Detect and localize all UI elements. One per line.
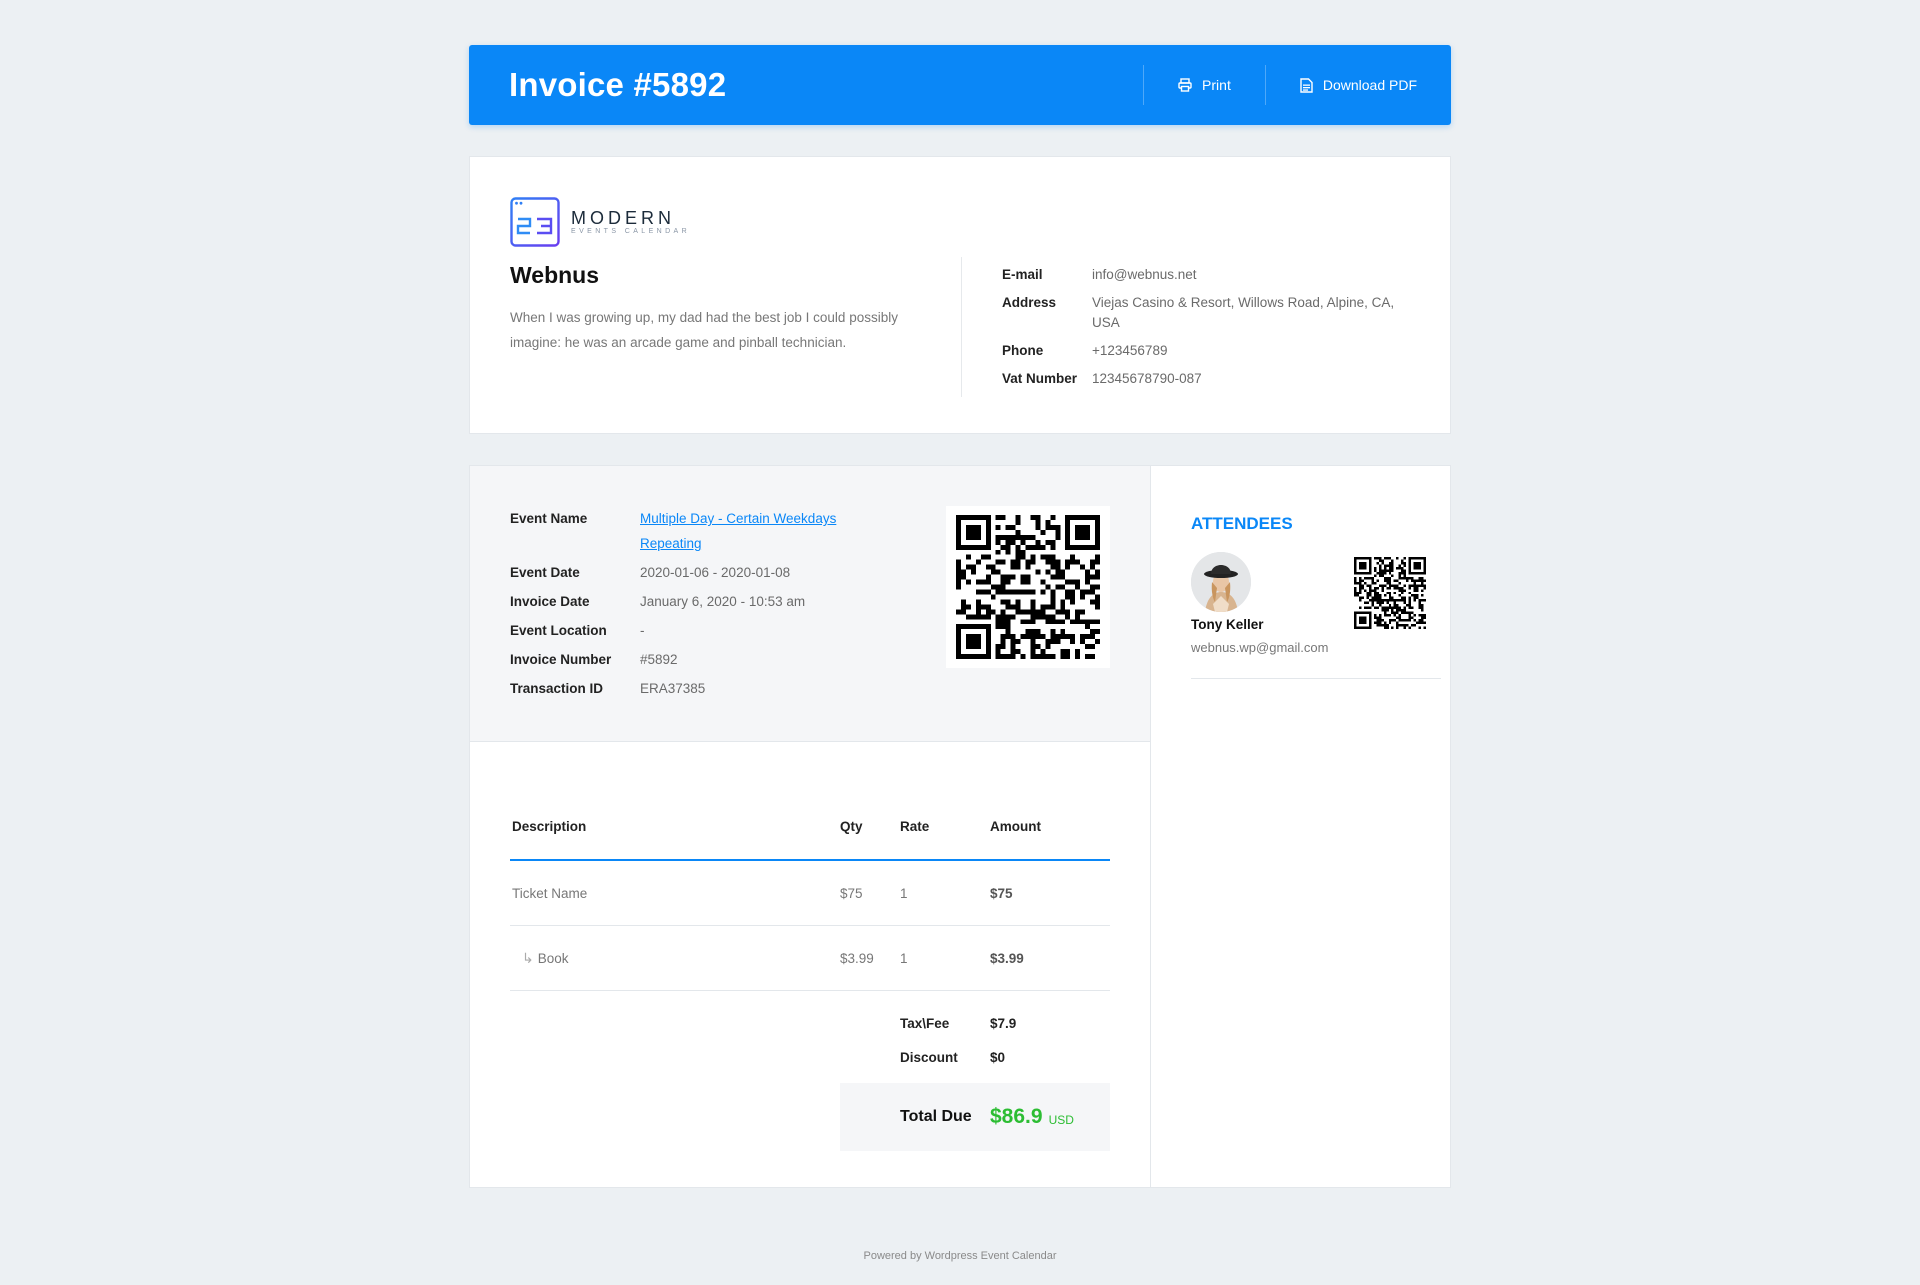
qr-code-image xyxy=(1354,557,1426,629)
event-row-transaction-id: Transaction ID ERA37385 xyxy=(510,676,870,701)
column-header: Qty xyxy=(840,818,863,834)
tax-row: Tax\Fee $7.9 xyxy=(900,1006,1110,1040)
event-value: #5892 xyxy=(640,652,678,667)
event-details-panel: Event Name Multiple Day - Certain Weekda… xyxy=(470,466,1150,742)
discount-value: $0 xyxy=(990,1049,1006,1065)
event-value: 2020-01-06 - 2020-01-08 xyxy=(640,565,791,580)
event-row-invoice-date: Invoice Date January 6, 2020 - 10:53 am xyxy=(510,589,870,614)
item-qty: $75 xyxy=(840,885,863,901)
attendee-avatar xyxy=(1191,552,1251,612)
event-label: Invoice Date xyxy=(510,594,590,609)
event-row-invoice-number: Invoice Number #5892 xyxy=(510,647,870,672)
total-due-currency: USD xyxy=(1048,1112,1074,1127)
item-description-cell: ↳ Book xyxy=(510,950,840,967)
print-button[interactable]: Print xyxy=(1143,65,1265,105)
info-value: Viejas Casino & Resort, Willows Road, Al… xyxy=(1092,295,1395,330)
info-row-phone: Phone +123456789 xyxy=(1002,341,1412,361)
total-due-box: Total Due $86.9 USD xyxy=(840,1083,1110,1151)
event-label: Event Name xyxy=(510,511,588,526)
item-rate: 1 xyxy=(900,950,908,966)
attendees-panel: ATTENDEES Tony Keller webnus.wp@gmail.co… xyxy=(1151,466,1450,1187)
item-amount: $75 xyxy=(990,885,1013,901)
column-header: Rate xyxy=(900,818,930,834)
event-value: ERA37385 xyxy=(640,681,706,696)
attendee-name: Tony Keller xyxy=(1191,617,1264,632)
table-row: ↳ Book $3.99 1 $3.99 xyxy=(510,926,1110,991)
info-row-vat: Vat Number 12345678790-087 xyxy=(1002,369,1412,389)
company-description: When I was growing up, my dad had the be… xyxy=(510,310,898,350)
info-value: 12345678790-087 xyxy=(1092,371,1202,386)
footer-credit: Powered by Wordpress Event Calendar xyxy=(863,1250,1057,1262)
invoice-container: Invoice #5892 Print Download PDF MODERN … xyxy=(469,45,1451,1188)
info-row-email: E-mail info@webnus.net xyxy=(1002,265,1412,285)
event-value: - xyxy=(640,623,645,638)
discount-row: Discount $0 xyxy=(900,1040,1110,1074)
attendees-title: ATTENDEES xyxy=(1191,514,1293,533)
company-logo: MODERN EVENTS CALENDAR xyxy=(510,197,690,247)
item-qty: $3.99 xyxy=(840,950,874,966)
company-contact-info: E-mail info@webnus.net Address Viejas Ca… xyxy=(1002,265,1412,397)
tax-label: Tax\Fee xyxy=(900,1015,950,1031)
company-name: Webnus xyxy=(510,262,600,288)
download-pdf-label: Download PDF xyxy=(1322,77,1417,93)
qr-code-image xyxy=(956,515,1100,659)
event-label: Transaction ID xyxy=(510,681,604,696)
table-row: Ticket Name $75 1 $75 xyxy=(510,861,1110,926)
divider xyxy=(961,257,962,397)
table-header-row: Description Qty Rate Amount xyxy=(510,808,1110,861)
event-value: January 6, 2020 - 10:53 am xyxy=(640,594,806,609)
item-amount: $3.99 xyxy=(990,950,1024,966)
event-details: Event Name Multiple Day - Certain Weekda… xyxy=(510,506,870,705)
total-due-label: Total Due xyxy=(900,1108,972,1125)
logo-wordmark: MODERN xyxy=(571,208,675,228)
event-row-location: Event Location - xyxy=(510,618,870,643)
tax-value: $7.9 xyxy=(990,1015,1017,1031)
avatar-photo xyxy=(1191,552,1251,612)
event-label: Invoice Number xyxy=(510,652,612,667)
info-label: Address xyxy=(1002,295,1057,310)
invoice-items-table: Description Qty Rate Amount Ticket Name … xyxy=(510,808,1110,991)
info-label: E-mail xyxy=(1002,267,1043,282)
logo-tagline: EVENTS CALENDAR xyxy=(571,228,691,235)
event-label: Event Date xyxy=(510,565,580,580)
invoice-main: Event Name Multiple Day - Certain Weekda… xyxy=(469,465,1451,1188)
invoice-title: Invoice #5892 xyxy=(509,66,727,103)
company-card: MODERN EVENTS CALENDAR Webnus When I was… xyxy=(469,156,1451,434)
column-header: Amount xyxy=(990,818,1041,834)
download-pdf-button[interactable]: Download PDF xyxy=(1264,65,1451,105)
info-value: info@webnus.net xyxy=(1092,267,1197,282)
invoice-left-column: Event Name Multiple Day - Certain Weekda… xyxy=(470,466,1151,1187)
event-row-date: Event Date 2020-01-06 - 2020-01-08 xyxy=(510,560,870,585)
info-row-address: Address Viejas Casino & Resort, Willows … xyxy=(1002,293,1412,333)
discount-label: Discount xyxy=(900,1049,958,1065)
printer-icon xyxy=(1178,78,1192,92)
pdf-file-icon xyxy=(1300,77,1313,93)
info-value: +123456789 xyxy=(1092,343,1168,358)
invoice-qr-code xyxy=(946,506,1110,668)
event-label: Event Location xyxy=(510,623,607,638)
item-rate: 1 xyxy=(900,885,908,901)
attendee-qr-code xyxy=(1354,557,1426,629)
print-label: Print xyxy=(1202,77,1231,93)
invoice-totals: Tax\Fee $7.9 Discount $0 xyxy=(900,1006,1110,1074)
sub-item-arrow-icon: ↳ xyxy=(522,949,534,966)
item-description: Book xyxy=(537,950,569,966)
column-header: Description xyxy=(512,818,587,834)
divider xyxy=(1191,678,1441,679)
total-due-amount: $86.9 xyxy=(990,1105,1043,1128)
attendee-email: webnus.wp@gmail.com xyxy=(1191,640,1329,655)
info-label: Vat Number xyxy=(1002,371,1078,386)
event-row-name: Event Name Multiple Day - Certain Weekda… xyxy=(510,506,870,556)
item-description: Ticket Name xyxy=(512,885,588,901)
calendar-logo-icon xyxy=(510,197,560,247)
info-label: Phone xyxy=(1002,343,1044,358)
invoice-header: Invoice #5892 Print Download PDF xyxy=(469,45,1451,125)
event-name-link[interactable]: Multiple Day - Certain Weekdays Repeatin… xyxy=(640,506,870,556)
